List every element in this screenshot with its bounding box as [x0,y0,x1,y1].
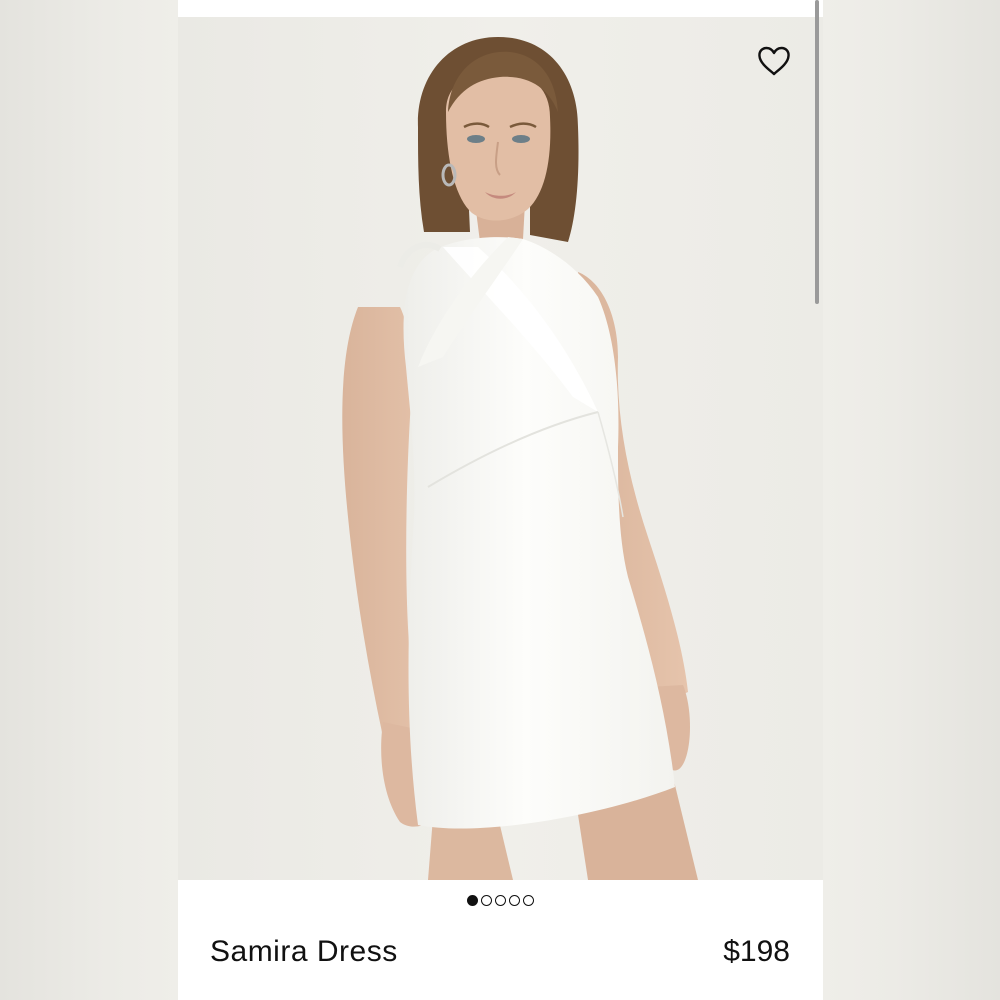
product-photo[interactable] [178,17,823,880]
gallery-dot-4[interactable] [509,894,520,906]
favorite-button[interactable] [757,46,799,84]
gallery-dot-3[interactable] [495,894,506,906]
product-price: $198 [723,935,790,968]
gallery-dot-5[interactable] [523,894,534,906]
top-strip [178,0,823,17]
model-illustration [178,17,823,880]
gallery-dot-1[interactable] [467,894,478,906]
right-blurred-backdrop [823,0,1000,1000]
heart-outline-icon [758,46,790,76]
left-blurred-backdrop [0,0,178,1000]
product-name[interactable]: Samira Dress [210,935,398,969]
product-screen: Samira Dress $198 [178,0,823,1000]
gallery-dot-2[interactable] [481,894,492,906]
gallery-pagination [178,892,823,908]
scrollbar[interactable] [815,0,819,304]
